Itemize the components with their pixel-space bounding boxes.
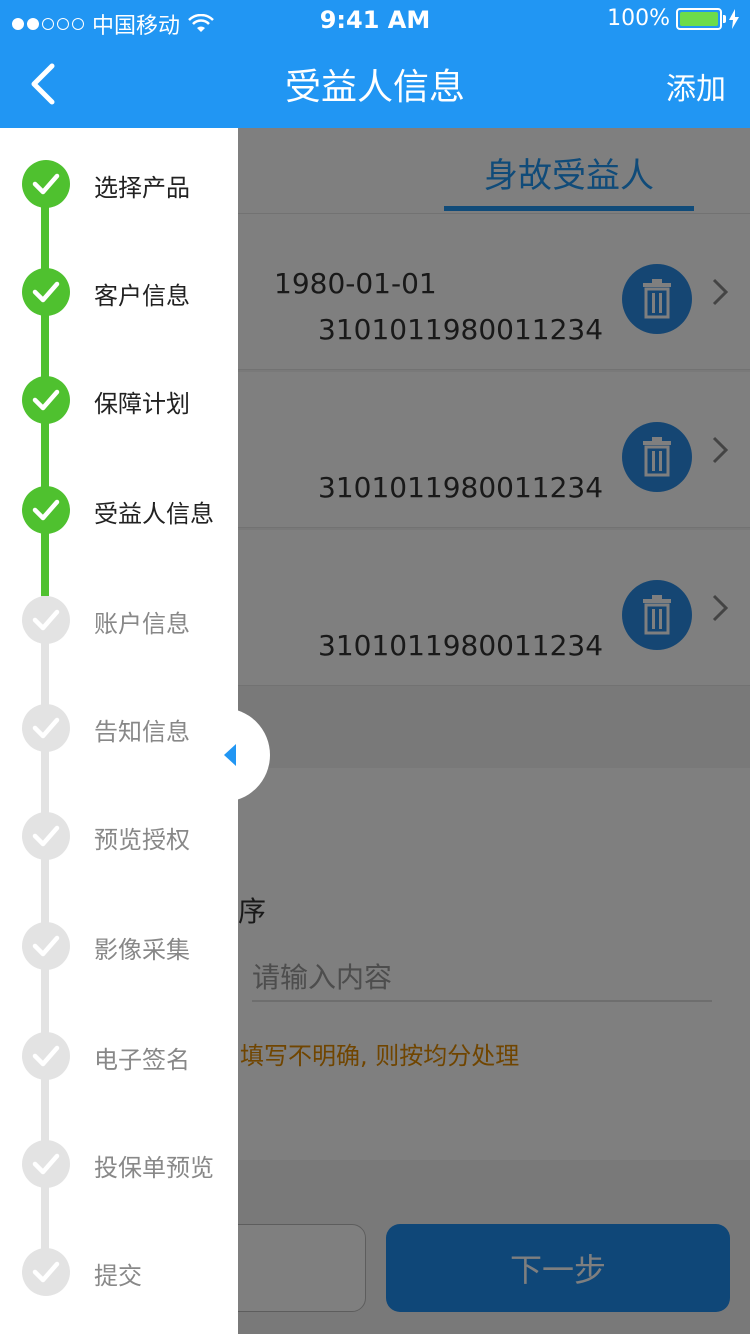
check-icon <box>22 376 70 424</box>
step-item[interactable]: 预览授权 <box>0 804 238 864</box>
check-icon <box>22 812 70 860</box>
check-icon <box>22 1248 70 1296</box>
top-bar: 中国移动 9:41 AM 100% 受益人信息 添加 <box>0 0 750 128</box>
step-label: 投保单预览 <box>94 1154 214 1182</box>
caret-left-icon <box>224 744 236 766</box>
check-icon <box>22 486 70 534</box>
step-label: 电子签名 <box>94 1046 190 1074</box>
step-item[interactable]: 保障计划 <box>0 368 238 428</box>
step-item[interactable]: 账户信息 <box>0 588 238 648</box>
step-item[interactable]: 投保单预览 <box>0 1132 238 1192</box>
check-icon <box>22 268 70 316</box>
charging-bolt-icon <box>729 8 739 29</box>
step-label: 提交 <box>94 1262 142 1290</box>
step-drawer: 选择产品 客户信息 保障计划 受益人信息 账户信息 告知信息 预览授权 影像采集… <box>0 128 270 1334</box>
step-label: 账户信息 <box>94 610 190 638</box>
check-icon <box>22 160 70 208</box>
step-label: 客户信息 <box>94 282 190 310</box>
check-icon <box>22 1032 70 1080</box>
battery-icon <box>676 7 726 30</box>
step-label: 影像采集 <box>94 936 190 964</box>
battery-percent: 100% <box>607 6 670 31</box>
check-icon <box>22 704 70 752</box>
step-item[interactable]: 电子签名 <box>0 1024 238 1084</box>
step-item[interactable]: 选择产品 <box>0 152 238 212</box>
check-icon <box>22 1140 70 1188</box>
check-icon <box>22 922 70 970</box>
step-item[interactable]: 提交 <box>0 1240 238 1300</box>
nav-bar: 受益人信息 添加 <box>0 40 750 128</box>
check-icon <box>22 596 70 644</box>
step-item[interactable]: 受益人信息 <box>0 478 238 538</box>
step-label: 告知信息 <box>94 718 190 746</box>
status-bar: 中国移动 9:41 AM 100% <box>0 0 750 40</box>
step-label: 预览授权 <box>94 826 190 854</box>
page-title: 受益人信息 <box>284 67 465 108</box>
step-item[interactable]: 客户信息 <box>0 260 238 320</box>
step-item[interactable]: 影像采集 <box>0 914 238 974</box>
add-button[interactable]: 添加 <box>666 64 726 108</box>
step-label: 选择产品 <box>94 174 190 202</box>
step-label: 保障计划 <box>94 390 190 418</box>
step-label: 受益人信息 <box>94 500 214 528</box>
